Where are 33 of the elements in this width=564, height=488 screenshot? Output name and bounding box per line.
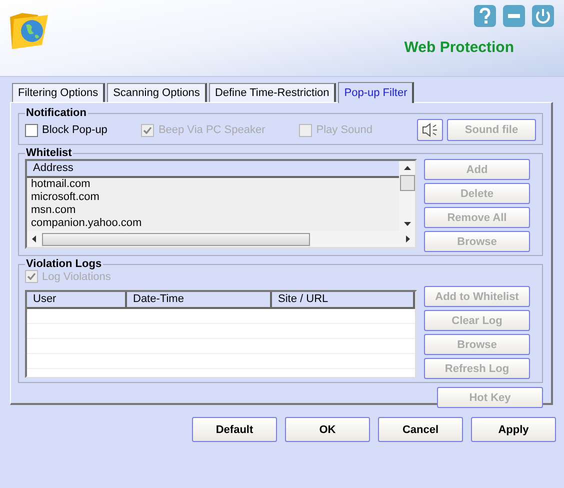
- group-title: Whitelist: [25, 147, 73, 159]
- app-title: Web Protection: [404, 39, 514, 56]
- checkbox-label[interactable]: Block Pop-up: [42, 124, 108, 136]
- tab[interactable]: Pop-up Filter: [338, 82, 414, 103]
- checkbox[interactable]: [25, 124, 38, 136]
- scrollbar-thumb[interactable]: [400, 175, 414, 191]
- dialog-button[interactable]: Cancel: [378, 417, 463, 442]
- list-item[interactable]: msn.com: [27, 204, 399, 217]
- dialog-button[interactable]: Default: [192, 417, 277, 442]
- group-title: Notification: [25, 107, 88, 119]
- column-header[interactable]: Date-Time: [127, 292, 272, 307]
- column-header[interactable]: Address: [27, 161, 399, 178]
- dialog-button[interactable]: Apply: [471, 417, 556, 442]
- column-header[interactable]: Site / URL: [272, 292, 415, 307]
- horizontal-scrollbar[interactable]: [27, 231, 415, 247]
- group-title: Violation Logs: [25, 258, 103, 270]
- checkmark-icon: [143, 126, 152, 134]
- dialog-button[interactable]: OK: [285, 417, 370, 442]
- list-item[interactable]: microsoft.com: [27, 191, 399, 204]
- list-item[interactable]: companion.yahoo.com: [27, 217, 399, 230]
- speaker-button[interactable]: [417, 119, 443, 141]
- help-icon[interactable]: [474, 5, 496, 27]
- speaker-icon: [422, 123, 438, 137]
- checkmark-icon: [27, 272, 36, 281]
- vertical-scrollbar[interactable]: [399, 161, 415, 231]
- scrollbar-thumb[interactable]: [42, 232, 310, 246]
- tab[interactable]: Define Time-Restriction: [208, 83, 336, 102]
- tab[interactable]: Scanning Options: [107, 83, 207, 102]
- tab[interactable]: Filtering Options: [12, 83, 106, 102]
- list-item[interactable]: hotmail.com: [27, 178, 399, 191]
- column-header[interactable]: User: [27, 292, 127, 307]
- minimize-icon[interactable]: [503, 5, 525, 27]
- power-icon[interactable]: [532, 5, 554, 27]
